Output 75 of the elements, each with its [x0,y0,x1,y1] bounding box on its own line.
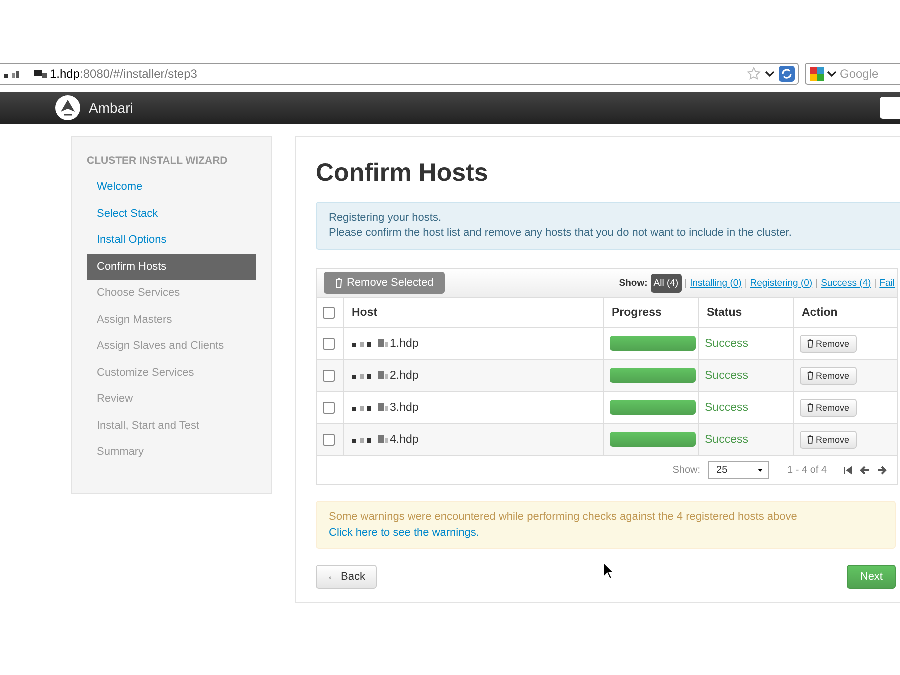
wizard-step[interactable]: Review [87,386,256,412]
host-name: 3.hdp [390,402,419,414]
column-header: Action [793,298,897,328]
filter-link[interactable]: All (4) [650,274,682,292]
logo-icon [55,95,81,121]
search-field[interactable]: Google [805,63,900,85]
select-all-checkbox[interactable] [323,306,335,318]
previous-page-icon[interactable] [860,466,870,474]
separator: | [684,278,688,288]
wizard-step[interactable]: Select Stack [87,200,256,227]
row-checkbox[interactable] [323,434,335,446]
wizard-step[interactable]: Assign Masters [87,306,256,333]
wizard-step[interactable]: Assign Slaves and Clients [87,333,256,360]
star-icon[interactable] [747,67,761,81]
status-text: Success [698,360,793,392]
row-checkbox[interactable] [323,402,335,414]
address-bar[interactable]: 1.hdp:8080/#/installer/step3 [0,63,799,85]
separator: | [874,278,877,288]
trash-icon [807,339,814,348]
filter-label: Show: [619,278,648,288]
reload-icon[interactable] [779,66,795,82]
trash-icon [807,371,814,380]
trash-icon [335,278,343,288]
page-size-select[interactable]: 25 [708,461,769,479]
status-text: Success [698,424,793,456]
filter-link[interactable]: Fail [880,278,895,288]
search-engine-icon [810,67,824,81]
wizard-step[interactable]: Summary [87,439,256,466]
wizard-step[interactable]: Confirm Hosts [87,254,256,280]
host-name: 1.hdp [390,338,419,350]
url-text: 1.hdp:8080/#/installer/step3 [50,67,198,81]
column-header: Progress [603,298,698,328]
wizard-step[interactable]: Welcome [87,174,256,200]
trash-icon [807,403,814,412]
remove-selected-button[interactable]: Remove Selected [324,272,445,294]
wizard-step[interactable]: Install Options [87,227,256,254]
dropdown-icon[interactable] [827,70,837,78]
remove-button[interactable]: Remove [800,334,857,352]
info-text: Please confirm the host list and remove any hosts that you do not want to include in the cluster. [329,226,793,241]
brand-name[interactable]: Ambari [89,100,134,116]
dropdown-icon[interactable] [765,70,775,78]
info-text: Registering your hosts. [329,211,442,226]
wizard-step[interactable]: Install, Start and Test [87,412,256,439]
back-button[interactable]: ← Back [316,565,377,589]
remove-button[interactable]: Remove [800,366,857,384]
column-header: Status [698,298,793,328]
sidebar-heading: CLUSTER INSTALL WIZARD [87,155,229,167]
remove-button[interactable]: Remove [800,430,857,448]
column-header: Host [343,298,603,328]
separator: | [744,278,748,288]
wizard-step[interactable]: Choose Services [87,280,256,306]
page-title: Confirm Hosts [316,159,490,188]
mouse-cursor-icon [603,562,615,580]
host-name: 4.hdp [390,434,419,446]
row-checkbox[interactable] [323,338,335,350]
filter-link[interactable]: Registering (0) [750,278,813,288]
filter-link[interactable]: Installing (0) [690,278,742,288]
next-button[interactable]: Next [847,565,896,589]
redaction-drawing [350,402,390,412]
redaction-drawing [350,338,390,348]
separator: | [816,278,818,288]
redaction-drawing [350,434,390,444]
redaction-drawing [350,370,390,380]
first-page-icon[interactable] [844,466,853,474]
warning-text: Some warnings were encountered while performing checks against the 4 registered hosts above [329,511,798,523]
warnings-link[interactable]: Click here to see the warnings. [329,527,480,539]
host-name: 2.hdp [390,370,419,382]
next-page-icon[interactable] [877,466,887,474]
trash-icon [807,435,814,444]
remove-button[interactable]: Remove [800,398,857,416]
filter-link[interactable]: Success (4) [821,278,872,288]
page-range: 1 - 4 of 4 [788,464,827,476]
row-checkbox[interactable] [323,370,335,382]
wizard-step[interactable]: Customize Services [87,360,256,386]
page-size-label: Show: [672,464,701,476]
